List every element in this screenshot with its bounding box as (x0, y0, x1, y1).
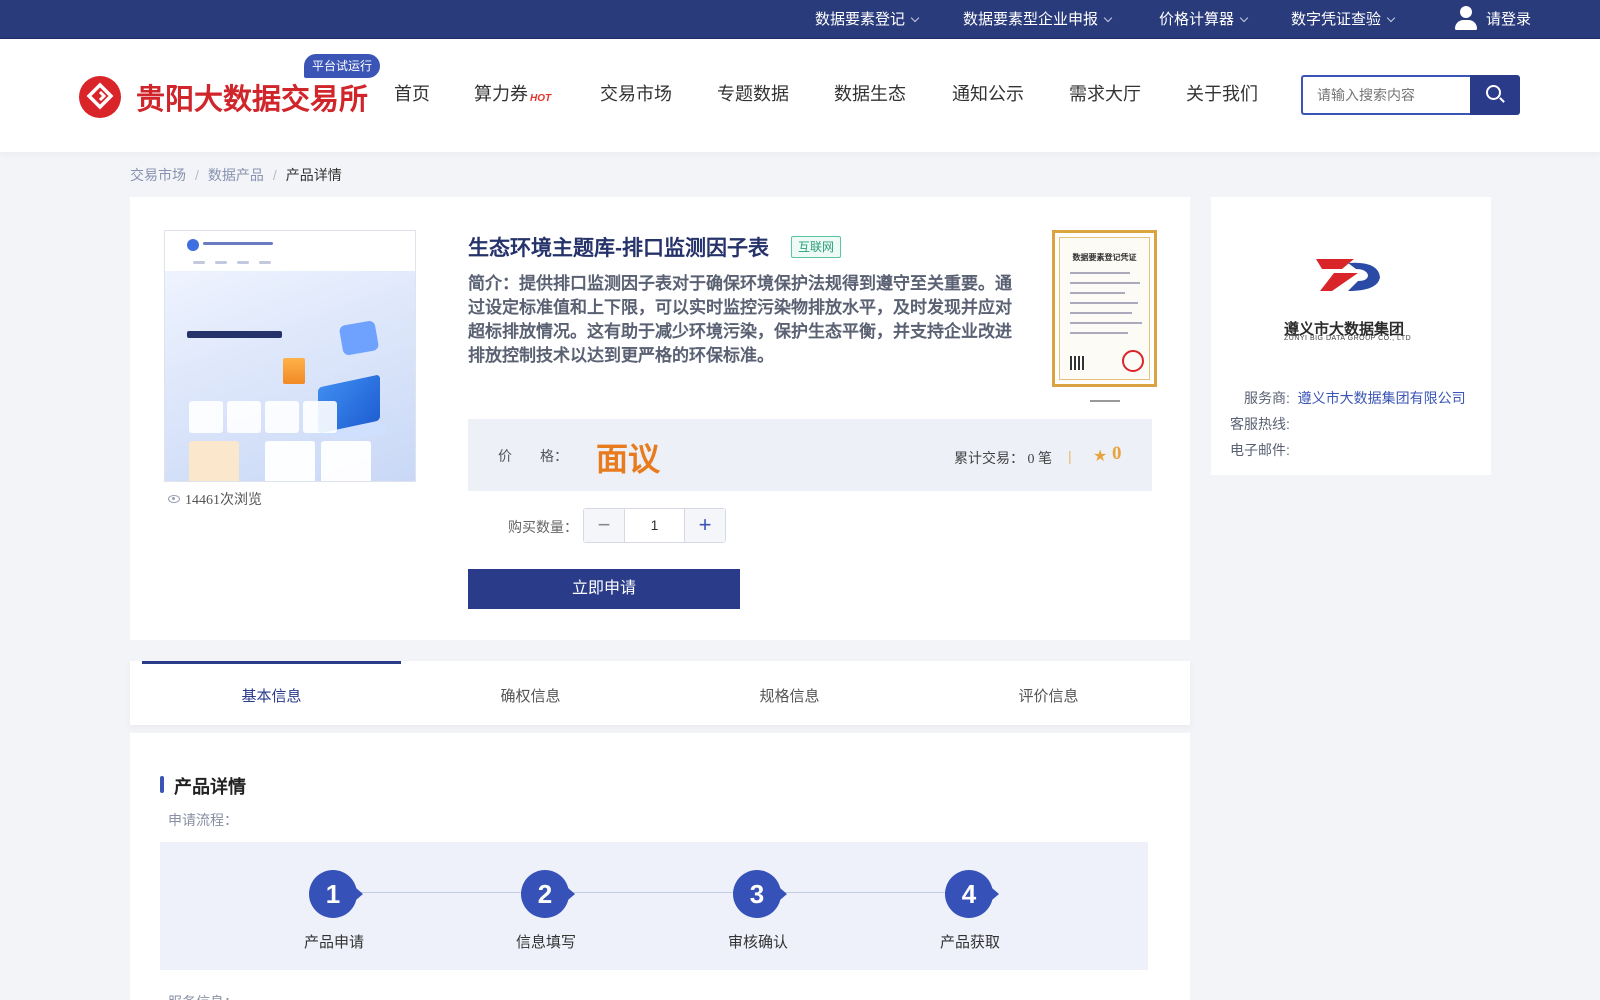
breadcrumb-trade-market[interactable]: 交易市场 (130, 167, 186, 183)
service-provider-row: 服务商: 遵义市大数据集团有限公司 (1244, 388, 1466, 408)
certificate-pager-indicator (1090, 400, 1120, 402)
price-label: 价 格： (498, 448, 568, 464)
breadcrumb-current: 产品详情 (285, 167, 342, 183)
hotline-label: 客服热线: (1230, 416, 1290, 432)
top-utility-bar: 数据要素登记 数据要素型企业申报 价格计算器 数字凭证查验 请登录 (0, 0, 1600, 39)
topbar-menu-data-registration[interactable]: 数据要素登记 (815, 0, 920, 39)
nav-about-us[interactable]: 关于我们 (1186, 80, 1258, 106)
topbar-menu-certificate-check[interactable]: 数字凭证查验 (1291, 0, 1396, 39)
step-3-label: 审核确认 (727, 934, 788, 951)
industry-tag: 互联网 (791, 236, 842, 258)
quantity-value[interactable]: 1 (625, 509, 684, 542)
apply-now-button[interactable]: 立即申请 (468, 569, 740, 609)
chevron-down-icon (1386, 13, 1396, 23)
registration-certificate-thumbnail[interactable]: 数据要素登记凭证 (1052, 230, 1157, 387)
qr-code-icon (1070, 356, 1084, 370)
nav-home[interactable]: 首页 (394, 80, 430, 106)
search-input[interactable] (1301, 75, 1470, 115)
email-label: 电子邮件: (1230, 442, 1290, 458)
topbar-menu-price-calculator[interactable]: 价格计算器 (1159, 0, 1249, 39)
step-2-label: 信息填写 (515, 934, 576, 951)
hot-badge: HOT (530, 93, 552, 104)
tab-rights-info[interactable]: 确权信息 (401, 661, 660, 725)
detail-tabs: 基本信息 确权信息 规格信息 评价信息 (130, 661, 1190, 725)
step-1-label: 产品申请 (303, 934, 364, 951)
nav-demand-hall[interactable]: 需求大厅 (1069, 80, 1141, 106)
step-4-label: 产品获取 (939, 934, 1000, 951)
rating-count: 0 (1112, 443, 1122, 464)
view-count-text: 14461次浏览 (185, 493, 262, 508)
breadcrumb: 交易市场 / 数据产品 / 产品详情 (130, 167, 342, 183)
service-provider-label: 服务商: (1244, 390, 1290, 406)
topbar-menu-label: 数据要素型企业申报 (963, 11, 1099, 28)
chevron-down-icon (1103, 13, 1113, 23)
nav-compute-voucher[interactable]: 算力券 (474, 80, 528, 106)
quantity-stepper: − 1 + (583, 508, 726, 543)
certificate-title: 数据要素登记凭证 (1072, 253, 1137, 262)
flow-connector (340, 892, 970, 893)
main-header: 贵阳大数据交易所 平台试运行 首页 算力券 HOT 交易市场 专题数据 数据生态… (0, 39, 1600, 152)
step-1-badge: 1 (309, 870, 363, 918)
star-icon[interactable]: ★ (1093, 446, 1107, 466)
brand-name[interactable]: 贵阳大数据交易所 (136, 76, 368, 118)
chevron-down-icon (1239, 13, 1249, 23)
product-title: 生态环境主题库-排口监测因子表 (468, 237, 769, 260)
product-thumbnail[interactable] (164, 230, 416, 482)
step-4-badge: 4 (945, 870, 999, 918)
eye-icon (168, 495, 180, 503)
topbar-menu-label: 数字凭证查验 (1291, 11, 1382, 28)
user-icon[interactable] (1454, 6, 1478, 32)
search-button[interactable] (1470, 75, 1520, 115)
step-3-badge: 3 (733, 870, 787, 918)
increase-button[interactable]: + (684, 509, 725, 542)
provider-logo-english: ZUNYI BIG DATA GROUP CO., LTD (1284, 335, 1412, 342)
chevron-down-icon (910, 13, 920, 23)
divider: | (1068, 448, 1072, 464)
trade-count: 累计交易： 0 笔 (954, 452, 1052, 467)
topbar-menu-enterprise-declaration[interactable]: 数据要素型企业申报 (963, 0, 1113, 39)
flow-label: 申请流程： (168, 812, 238, 828)
view-count: 14461次浏览 (168, 489, 262, 509)
nav-notices[interactable]: 通知公示 (952, 80, 1024, 106)
quantity-label: 购买数量： (508, 519, 578, 535)
price-value: 面议 (596, 441, 661, 477)
exchange-logo-icon[interactable] (79, 76, 121, 118)
trial-badge: 平台试运行 (304, 54, 381, 78)
tab-review-info[interactable]: 评价信息 (919, 661, 1178, 725)
section-marker (160, 776, 164, 793)
section-title: 产品详情 (174, 777, 246, 797)
nav-trade-market[interactable]: 交易市场 (600, 80, 672, 106)
product-description: 简介：提供排口监测因子表对于确保环境保护法规得到遵守至关重要。通过设定标准值和上… (468, 274, 1012, 365)
seal-icon (1122, 350, 1144, 372)
nav-topic-data[interactable]: 专题数据 (717, 80, 789, 106)
service-info-label: 服务信息： (168, 992, 238, 1000)
login-link[interactable]: 请登录 (1486, 0, 1531, 39)
provider-logo-icon (1316, 259, 1380, 291)
decrease-button[interactable]: − (584, 509, 625, 542)
breadcrumb-data-products[interactable]: 数据产品 (208, 167, 264, 183)
service-provider-value[interactable]: 遵义市大数据集团有限公司 (1298, 390, 1466, 406)
nav-data-ecosystem[interactable]: 数据生态 (834, 80, 906, 106)
tab-basic-info[interactable]: 基本信息 (142, 661, 401, 725)
topbar-menu-label: 数据要素登记 (815, 11, 906, 28)
topbar-menu-label: 价格计算器 (1159, 11, 1235, 28)
tab-spec-info[interactable]: 规格信息 (660, 661, 919, 725)
step-2-badge: 2 (521, 870, 575, 918)
